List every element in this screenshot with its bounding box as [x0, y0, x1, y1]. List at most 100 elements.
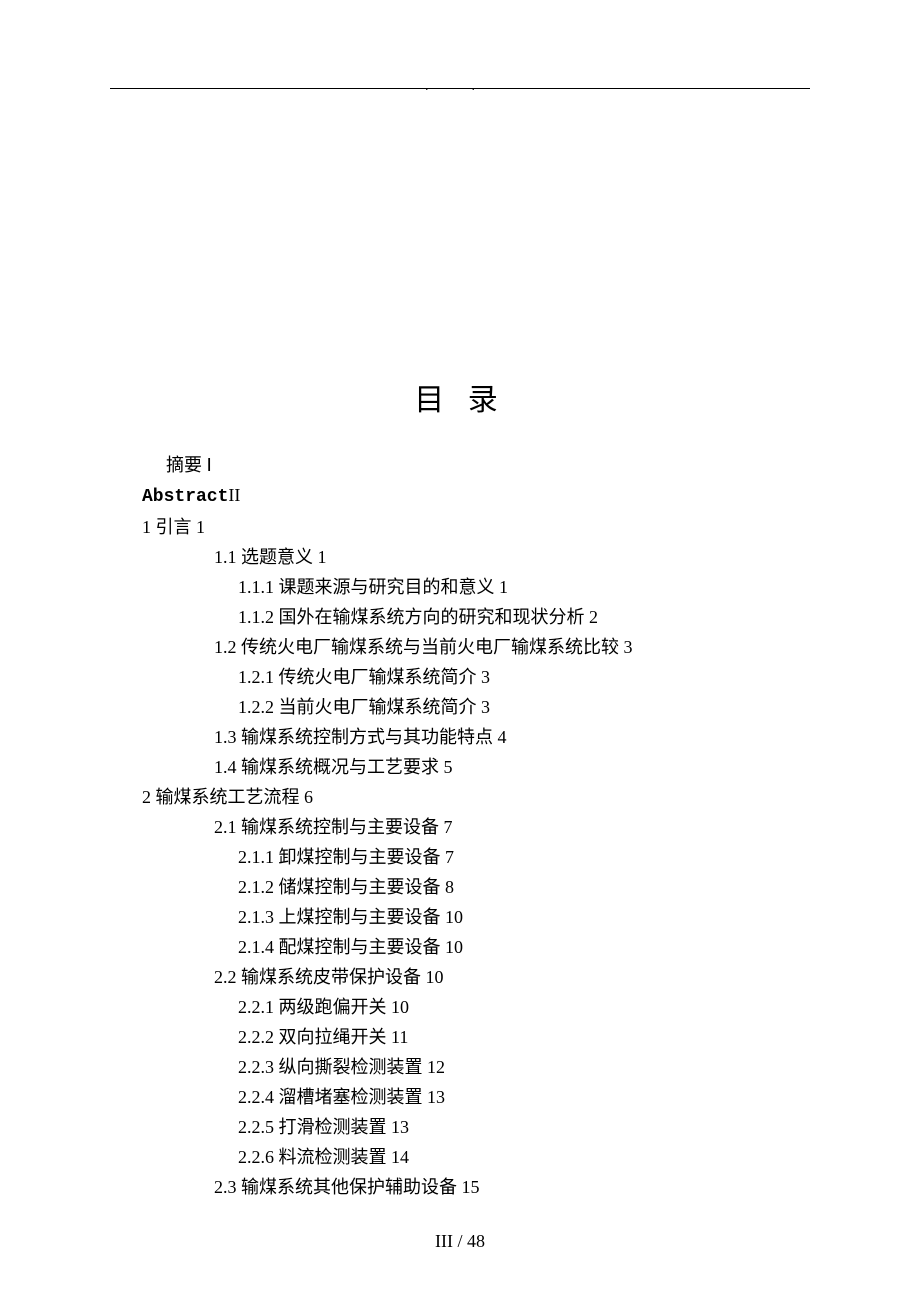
toc-num: 1: [142, 517, 151, 537]
toc-page: 2: [589, 607, 598, 627]
toc-label: 溜槽堵塞检测装置: [279, 1087, 423, 1107]
toc-entry: 2.1.1 卸煤控制与主要设备 7: [142, 842, 810, 872]
toc-entry-abstract-en: AbstractII: [142, 480, 810, 512]
header-rule: [110, 88, 810, 89]
toc-num: 2.2.4: [238, 1087, 274, 1107]
toc-label: 上煤控制与主要设备: [279, 907, 441, 927]
toc-page: 10: [391, 997, 409, 1017]
toc-num: 2.1.3: [238, 907, 274, 927]
toc-label: 当前火电厂输煤系统简介: [279, 697, 477, 717]
toc-num: 1.2: [214, 637, 237, 657]
toc-page: 1: [196, 517, 205, 537]
toc-label: 传统火电厂输煤系统简介: [279, 667, 477, 687]
toc-label: 选题意义: [241, 547, 313, 567]
toc-entry: 2.2.3 纵向撕裂检测装置 12: [142, 1052, 810, 1082]
toc-num: 1.4: [214, 757, 237, 777]
toc-num: 2.3: [214, 1177, 237, 1197]
toc-entry: 1.1.1 课题来源与研究目的和意义 1: [142, 572, 810, 602]
page-footer: III / 48: [0, 1231, 920, 1252]
toc-num: 2.1.2: [238, 877, 274, 897]
toc-list: 摘要 Ⅰ AbstractII 1 引言 1 1.1 选题意义 1 1.1.1 …: [142, 450, 810, 1202]
header-marker: . .: [425, 78, 495, 94]
toc-entry: 1.2.1 传统火电厂输煤系统简介 3: [142, 662, 810, 692]
toc-page: 3: [624, 637, 633, 657]
toc-num: 1.3: [214, 727, 237, 747]
toc-label: 摘要: [166, 455, 202, 475]
toc-entry: 2.2.4 溜槽堵塞检测装置 13: [142, 1082, 810, 1112]
toc-entry: 2.2.1 两级跑偏开关 10: [142, 992, 810, 1022]
toc-entry: 2.1.2 储煤控制与主要设备 8: [142, 872, 810, 902]
toc-num: 1.2.1: [238, 667, 274, 687]
toc-page: 8: [445, 877, 454, 897]
toc-num: 2.1.1: [238, 847, 274, 867]
toc-entry: 1.2.2 当前火电厂输煤系统简介 3: [142, 692, 810, 722]
toc-page: 6: [304, 787, 313, 807]
toc-entry: 1.3 输煤系统控制方式与其功能特点 4: [142, 722, 810, 752]
toc-entry: 1.1.2 国外在输煤系统方向的研究和现状分析 2: [142, 602, 810, 632]
toc-label: 输煤系统其他保护辅助设备: [241, 1177, 457, 1197]
toc-num: 2.2.6: [238, 1147, 274, 1167]
toc-label: 储煤控制与主要设备: [279, 877, 441, 897]
toc-label: 卸煤控制与主要设备: [279, 847, 441, 867]
toc-entry: 2.3 输煤系统其他保护辅助设备 15: [142, 1172, 810, 1202]
toc-num: 2.2.5: [238, 1117, 274, 1137]
toc-page: 5: [444, 757, 453, 777]
toc-page: 1: [318, 547, 327, 567]
toc-label: 输煤系统控制与主要设备: [241, 817, 439, 837]
toc-page: 3: [481, 697, 490, 717]
toc-label: 输煤系统皮带保护设备: [241, 967, 421, 987]
toc-page: 4: [498, 727, 507, 747]
toc-label: 输煤系统控制方式与其功能特点: [241, 727, 493, 747]
toc-page: 11: [391, 1027, 408, 1047]
toc-page: 10: [445, 907, 463, 927]
toc-label: 两级跑偏开关: [279, 997, 387, 1017]
toc-label: 配煤控制与主要设备: [279, 937, 441, 957]
toc-num: 2.1.4: [238, 937, 274, 957]
toc-label: 双向拉绳开关: [279, 1027, 387, 1047]
toc-page: 7: [444, 817, 453, 837]
toc-num: 2.2: [214, 967, 237, 987]
toc-page: 13: [427, 1087, 445, 1107]
toc-num: 2.2.3: [238, 1057, 274, 1077]
toc-label: 课题来源与研究目的和意义: [279, 577, 495, 597]
toc-label: 传统火电厂输煤系统与当前火电厂输煤系统比较: [241, 637, 619, 657]
toc-label: 输煤系统工艺流程: [156, 787, 300, 807]
toc-page: 1: [499, 577, 508, 597]
toc-entry: 2 输煤系统工艺流程 6: [142, 782, 810, 812]
toc-entry: 2.2 输煤系统皮带保护设备 10: [142, 962, 810, 992]
toc-label: 输煤系统概况与工艺要求: [241, 757, 439, 777]
toc-entry: 2.1.4 配煤控制与主要设备 10: [142, 932, 810, 962]
toc-entry: 2.2.6 料流检测装置 14: [142, 1142, 810, 1172]
toc-label: Abstract: [142, 487, 228, 507]
toc-entry: 2.2.2 双向拉绳开关 11: [142, 1022, 810, 1052]
toc-page: Ⅰ: [207, 455, 212, 475]
toc-num: 2.2.2: [238, 1027, 274, 1047]
toc-label: 国外在输煤系统方向的研究和现状分析: [279, 607, 585, 627]
toc-page: 10: [426, 967, 444, 987]
toc-entry: 2.1 输煤系统控制与主要设备 7: [142, 812, 810, 842]
toc-label: 纵向撕裂检测装置: [279, 1057, 423, 1077]
toc-title: 目 录: [0, 375, 920, 419]
toc-page: 15: [462, 1177, 480, 1197]
toc-num: 1.1: [214, 547, 237, 567]
toc-entry: 2.2.5 打滑检测装置 13: [142, 1112, 810, 1142]
toc-entry: 1.2 传统火电厂输煤系统与当前火电厂输煤系统比较 3: [142, 632, 810, 662]
toc-label: 引言: [156, 517, 192, 537]
toc-num: 2: [142, 787, 151, 807]
toc-label: 料流检测装置: [279, 1147, 387, 1167]
toc-page: 7: [445, 847, 454, 867]
toc-entry: 2.1.3 上煤控制与主要设备 10: [142, 902, 810, 932]
toc-entry: 1 引言 1: [142, 512, 810, 542]
toc-num: 1.1.1: [238, 577, 274, 597]
toc-num: 1.1.2: [238, 607, 274, 627]
toc-page: II: [228, 485, 240, 505]
toc-num: 2.2.1: [238, 997, 274, 1017]
toc-label: 打滑检测装置: [279, 1117, 387, 1137]
toc-page: 12: [427, 1057, 445, 1077]
toc-page: 10: [445, 937, 463, 957]
toc-entry: 1.4 输煤系统概况与工艺要求 5: [142, 752, 810, 782]
toc-page: 13: [391, 1117, 409, 1137]
toc-num: 1.2.2: [238, 697, 274, 717]
toc-page: 14: [391, 1147, 409, 1167]
toc-entry-abstract-zh: 摘要 Ⅰ: [142, 450, 810, 480]
